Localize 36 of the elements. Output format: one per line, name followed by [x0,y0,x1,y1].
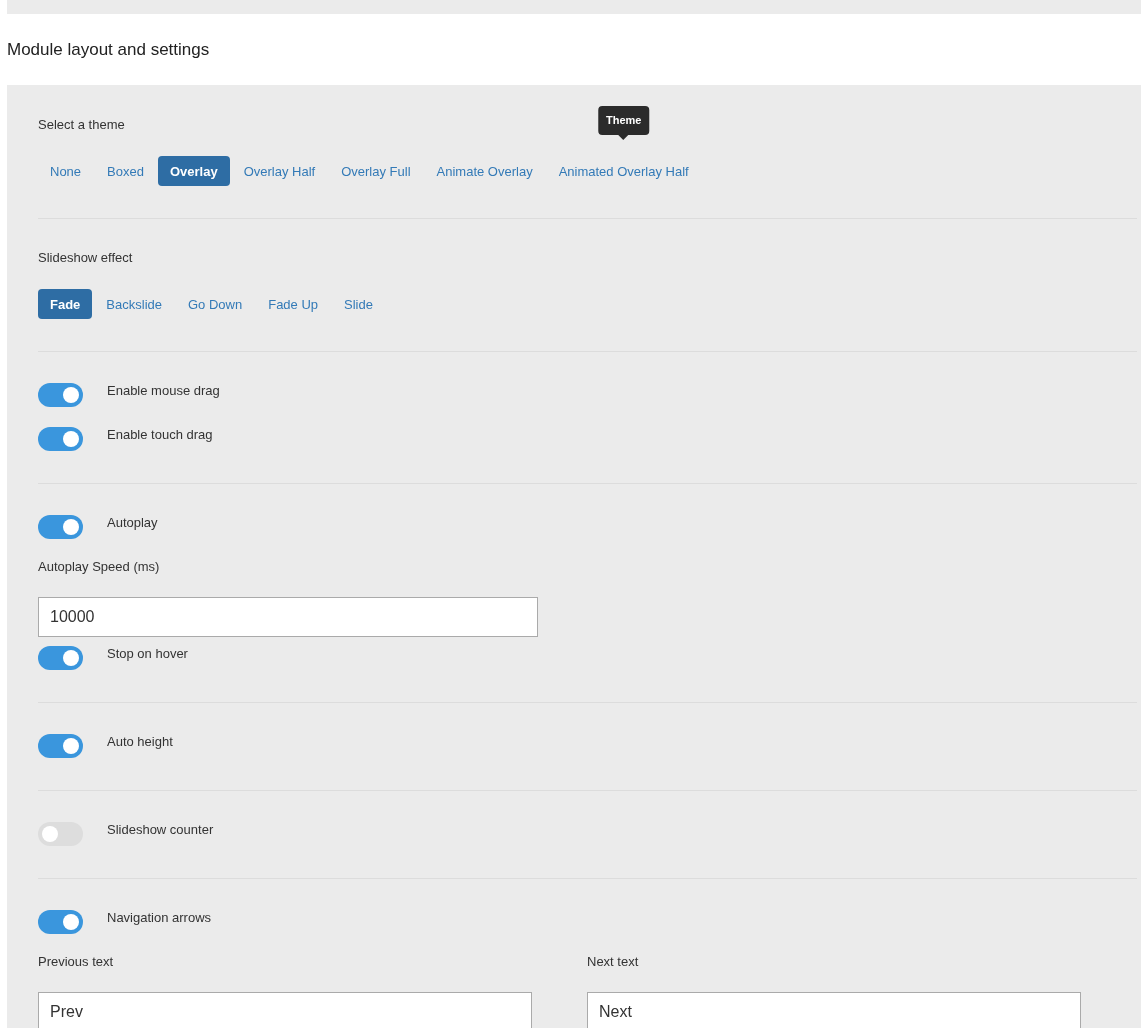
section-label: Slideshow effect [38,250,133,266]
option-pill[interactable]: None [38,156,94,186]
input-field[interactable]: Next [587,992,1081,1028]
field-label: Previous text [38,954,114,970]
toggle-label: Enable mouse drag [107,383,220,399]
input-field[interactable]: Prev [38,992,532,1028]
toggle-switch[interactable] [38,383,83,407]
toggle-label: Enable touch drag [107,427,213,443]
option-pill[interactable]: Go Down [176,289,255,319]
option-pill[interactable]: Backslide [94,289,174,319]
field-label: Next text [587,954,639,970]
option-pill[interactable]: Animate Overlay [424,156,545,186]
toggle-switch[interactable] [38,910,83,934]
option-pill[interactable]: Fade Up [256,289,331,319]
option-pill[interactable]: Fade [38,289,93,319]
page-title: Module layout and settings [7,39,210,60]
option-pill[interactable]: Overlay Full [329,156,423,186]
toggle-label: Navigation arrows [107,910,212,926]
toggle-label: Auto height [107,734,173,750]
toggle-label: Autoplay [107,515,158,531]
section-label: Select a theme [38,117,125,133]
option-pill[interactable]: Overlay [157,156,230,186]
option-pill[interactable]: Slide [332,289,385,319]
field-label: Autoplay Speed (ms) [38,559,160,575]
option-pill[interactable]: Boxed [95,156,156,186]
toggle-switch[interactable] [38,515,83,539]
toggle-switch[interactable] [38,646,83,670]
option-pill[interactable]: Animated Overlay Half [546,156,701,186]
toggle-switch[interactable] [38,734,83,758]
input-field[interactable]: 10000 [38,597,538,637]
tooltip: Theme [597,106,650,140]
toggle-switch[interactable] [38,427,83,451]
toggle-label: Slideshow counter [107,822,214,838]
option-pill[interactable]: Overlay Half [231,156,328,186]
toggle-label: Stop on hover [107,646,188,662]
toggle-switch[interactable] [38,822,83,846]
